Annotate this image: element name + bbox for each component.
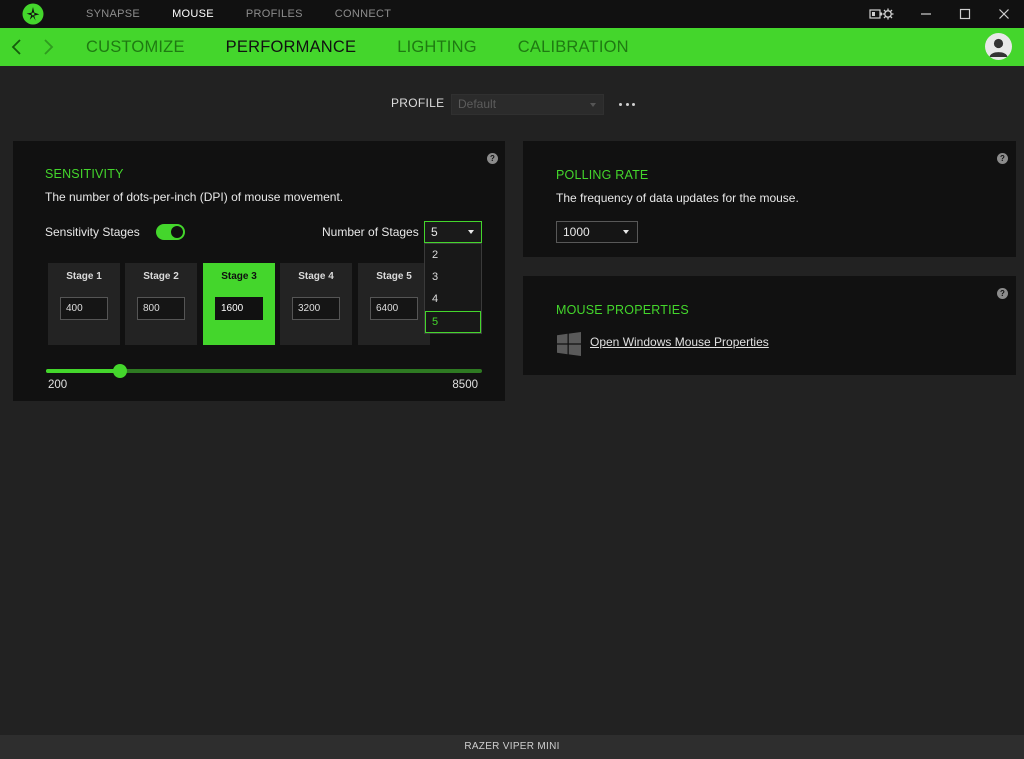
sensitivity-description: The number of dots-per-inch (DPI) of mou… xyxy=(45,190,344,204)
tab-customize[interactable]: CUSTOMIZE xyxy=(86,28,185,66)
section-header: CUSTOMIZE PERFORMANCE LIGHTING CALIBRATI… xyxy=(0,28,1024,66)
chevron-down-icon xyxy=(590,103,596,107)
number-of-stages-value: 5 xyxy=(431,225,438,239)
stages-option-2[interactable]: 2 xyxy=(425,244,481,266)
sensitivity-title: SENSITIVITY xyxy=(45,167,124,181)
stage-dpi-input[interactable]: 3200 xyxy=(292,297,340,320)
topnav-mouse[interactable]: MOUSE xyxy=(172,0,214,28)
stage-card-2[interactable]: Stage 2 800 xyxy=(125,263,197,345)
dpi-slider-max: 8500 xyxy=(452,379,478,391)
open-windows-mouse-properties-link[interactable]: Open Windows Mouse Properties xyxy=(590,335,769,349)
stage-dpi-input[interactable]: 6400 xyxy=(370,297,418,320)
forward-arrow-icon[interactable] xyxy=(38,37,58,57)
polling-rate-description: The frequency of data updates for the mo… xyxy=(556,191,799,205)
stage-card-5[interactable]: Stage 5 6400 xyxy=(358,263,430,345)
sensitivity-stages-label: Sensitivity Stages xyxy=(45,225,140,239)
stage-dpi-input[interactable]: 400 xyxy=(60,297,108,320)
stages-option-3[interactable]: 3 xyxy=(425,266,481,288)
more-options-icon[interactable] xyxy=(619,101,635,107)
top-nav: SYNAPSE MOUSE PROFILES CONNECT xyxy=(86,0,423,28)
dpi-slider-track[interactable] xyxy=(46,369,482,373)
polling-rate-dropdown[interactable]: 1000 xyxy=(556,221,638,243)
profile-value: Default xyxy=(458,97,497,111)
sub-nav: CUSTOMIZE PERFORMANCE LIGHTING CALIBRATI… xyxy=(86,28,670,66)
topnav-connect[interactable]: CONNECT xyxy=(335,0,392,28)
stage-label: Stage 2 xyxy=(143,271,179,282)
sensitivity-stages-toggle[interactable] xyxy=(156,224,185,240)
stages-option-5[interactable]: 5 xyxy=(425,311,481,333)
maximize-icon[interactable] xyxy=(953,0,977,28)
razer-logo-icon[interactable] xyxy=(22,3,44,25)
stage-card-3[interactable]: Stage 3 1600 xyxy=(203,263,275,345)
number-of-stages-label: Number of Stages xyxy=(322,225,419,239)
mouse-properties-panel: ? MOUSE PROPERTIES Open Windows Mouse Pr… xyxy=(523,276,1016,375)
stages-option-4[interactable]: 4 xyxy=(425,288,481,310)
windows-logo-icon xyxy=(557,332,581,356)
dpi-slider-min: 200 xyxy=(48,379,68,391)
number-of-stages-dropdown[interactable]: 5 xyxy=(424,221,482,243)
topnav-profiles[interactable]: PROFILES xyxy=(246,0,303,28)
stage-card-1[interactable]: Stage 1 400 xyxy=(48,263,120,345)
stage-label: Stage 5 xyxy=(376,271,412,282)
help-icon[interactable]: ? xyxy=(997,153,1008,164)
topnav-synapse[interactable]: SYNAPSE xyxy=(86,0,140,28)
profile-dropdown[interactable]: Default xyxy=(451,94,604,115)
tab-lighting[interactable]: LIGHTING xyxy=(397,28,477,66)
tab-performance[interactable]: PERFORMANCE xyxy=(226,28,357,66)
polling-rate-panel: ? POLLING RATE The frequency of data upd… xyxy=(523,141,1016,257)
user-avatar-icon[interactable] xyxy=(985,33,1012,60)
minimize-icon[interactable] xyxy=(914,0,938,28)
dpi-slider-fill xyxy=(46,369,120,373)
chevron-down-icon xyxy=(623,230,629,234)
stage-dpi-input[interactable]: 800 xyxy=(137,297,185,320)
profile-label: PROFILE xyxy=(391,96,445,110)
stage-label: Stage 3 xyxy=(221,271,257,282)
stage-dpi-input[interactable]: 1600 xyxy=(215,297,263,320)
number-of-stages-menu: 2 3 4 5 xyxy=(424,243,482,334)
back-arrow-icon[interactable] xyxy=(7,37,27,57)
sensitivity-panel: ? SENSITIVITY The number of dots-per-inc… xyxy=(13,141,505,401)
help-icon[interactable]: ? xyxy=(487,153,498,164)
title-bar: SYNAPSE MOUSE PROFILES CONNECT xyxy=(0,0,1024,28)
tab-calibration[interactable]: CALIBRATION xyxy=(518,28,629,66)
settings-gear-icon[interactable] xyxy=(876,0,900,28)
mouse-properties-title: MOUSE PROPERTIES xyxy=(556,303,689,317)
polling-rate-title: POLLING RATE xyxy=(556,168,649,182)
chevron-down-icon xyxy=(468,230,474,234)
close-icon[interactable] xyxy=(992,0,1016,28)
device-footer: RAZER VIPER MINI xyxy=(0,735,1024,759)
dpi-slider-thumb[interactable] xyxy=(112,364,127,378)
stage-label: Stage 4 xyxy=(298,271,334,282)
stage-label: Stage 1 xyxy=(66,271,102,282)
polling-rate-value: 1000 xyxy=(563,225,590,239)
stage-card-4[interactable]: Stage 4 3200 xyxy=(280,263,352,345)
help-icon[interactable]: ? xyxy=(997,288,1008,299)
